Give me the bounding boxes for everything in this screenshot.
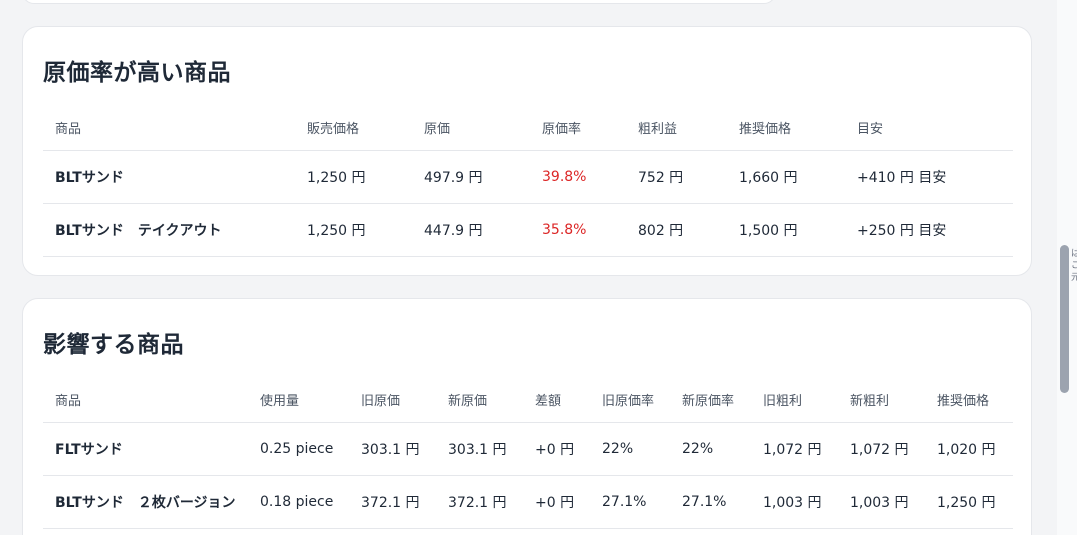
col-header-new-gross-profit: 新粗利 xyxy=(838,377,925,423)
table-header-row: 商品 販売価格 原価 原価率 粗利益 推奨価格 目安 xyxy=(43,105,1013,151)
col-header-usage: 使用量 xyxy=(248,377,349,423)
high-cost-ratio-table: 商品 販売価格 原価 原価率 粗利益 推奨価格 目安 BLTサンド 1,250 … xyxy=(43,105,1013,257)
cell-cost: 497.9 円 xyxy=(412,150,530,204)
clipped-text: 元 xyxy=(1071,273,1077,283)
cell-guideline: +410 円 目安 xyxy=(845,150,1013,204)
cell-sale-price: 1,250 円 xyxy=(295,203,412,257)
table-row: FLTサンド 0.25 piece 303.1 円 303.1 円 +0 円 2… xyxy=(43,422,1013,476)
cell-gross-profit: 802 円 xyxy=(626,203,727,257)
clipped-text: こ xyxy=(1071,261,1077,271)
cell-usage: 0.25 piece xyxy=(248,422,349,476)
col-header-sale-price: 販売価格 xyxy=(295,105,412,151)
cell-product: FLTサンド xyxy=(43,422,248,476)
cell-recommended-price: 1,660 円 xyxy=(727,150,845,204)
cell-new-cost: 372.1 円 xyxy=(436,475,523,529)
cell-new-cost-rate: 22% xyxy=(670,422,751,476)
col-header-product: 商品 xyxy=(43,105,295,151)
cell-old-cost: 303.1 円 xyxy=(349,422,436,476)
scrollbar-thumb[interactable] xyxy=(1060,245,1069,393)
cell-sale-price: 1,250 円 xyxy=(295,150,412,204)
col-header-gross-profit: 粗利益 xyxy=(626,105,727,151)
col-header-product: 商品 xyxy=(43,377,248,423)
cell-cost-rate: 39.8% xyxy=(530,150,626,204)
col-header-cost-rate: 原価率 xyxy=(530,105,626,151)
cell-difference: +0 円 xyxy=(523,475,590,529)
cell-new-gross-profit: 1,072 円 xyxy=(838,422,925,476)
col-header-new-cost-rate: 新原価率 xyxy=(670,377,751,423)
clipped-text: は xyxy=(1071,249,1077,259)
col-header-new-cost: 新原価 xyxy=(436,377,523,423)
cell-recommended-price: 1,500 円 xyxy=(727,203,845,257)
table-row: BLTサンド テイクアウト 1,250 円 447.9 円 35.8% 802 … xyxy=(43,203,1013,257)
cell-recommended-price: 1,020 円 xyxy=(925,422,1013,476)
cell-gross-profit: 752 円 xyxy=(626,150,727,204)
cell-product: BLTサンド テイクアウト xyxy=(43,203,295,257)
cell-old-gross-profit: 1,072 円 xyxy=(751,422,838,476)
cell-recommended-price: 1,250 円 xyxy=(925,475,1013,529)
affected-products-title: 影響する商品 xyxy=(43,332,184,358)
cell-difference: +0 円 xyxy=(523,422,590,476)
col-header-old-cost-rate: 旧原価率 xyxy=(590,377,670,423)
cell-new-cost: 303.1 円 xyxy=(436,422,523,476)
cell-product: BLTサンド xyxy=(43,150,295,204)
cell-cost-rate: 35.8% xyxy=(530,203,626,257)
cell-new-gross-profit: 1,003 円 xyxy=(838,475,925,529)
cell-usage: 0.18 piece xyxy=(248,475,349,529)
clipped-side-panel-text: は こ 元 xyxy=(1071,248,1077,284)
col-header-guideline: 目安 xyxy=(845,105,1013,151)
affected-products-card: 影響する商品 商品 使用量 旧原価 新原価 差額 旧原価率 新原価率 旧粗利 新… xyxy=(22,298,1032,535)
col-header-recommended-price: 推奨価格 xyxy=(727,105,845,151)
cell-product: BLTサンド ２枚バージョン xyxy=(43,475,248,529)
cell-guideline: +250 円 目安 xyxy=(845,203,1013,257)
table-row: BLTサンド ２枚バージョン 0.18 piece 372.1 円 372.1 … xyxy=(43,475,1013,529)
high-cost-ratio-card: 原価率が高い商品 商品 販売価格 原価 原価率 粗利益 推奨価格 目安 BLTサ… xyxy=(22,26,1032,276)
previous-card xyxy=(22,0,776,4)
cell-cost: 447.9 円 xyxy=(412,203,530,257)
cell-old-cost-rate: 27.1% xyxy=(590,475,670,529)
col-header-old-cost: 旧原価 xyxy=(349,377,436,423)
col-header-recommended-price: 推奨価格 xyxy=(925,377,1013,423)
col-header-difference: 差額 xyxy=(523,377,590,423)
table-header-row: 商品 使用量 旧原価 新原価 差額 旧原価率 新原価率 旧粗利 新粗利 推奨価格 xyxy=(43,377,1013,423)
col-header-old-gross-profit: 旧粗利 xyxy=(751,377,838,423)
cell-old-gross-profit: 1,003 円 xyxy=(751,475,838,529)
table-row: BLTサンド 1,250 円 497.9 円 39.8% 752 円 1,660… xyxy=(43,150,1013,204)
cell-old-cost-rate: 22% xyxy=(590,422,670,476)
high-cost-ratio-title: 原価率が高い商品 xyxy=(43,60,231,86)
cell-old-cost: 372.1 円 xyxy=(349,475,436,529)
col-header-cost: 原価 xyxy=(412,105,530,151)
cell-new-cost-rate: 27.1% xyxy=(670,475,751,529)
affected-products-table: 商品 使用量 旧原価 新原価 差額 旧原価率 新原価率 旧粗利 新粗利 推奨価格… xyxy=(43,377,1013,529)
